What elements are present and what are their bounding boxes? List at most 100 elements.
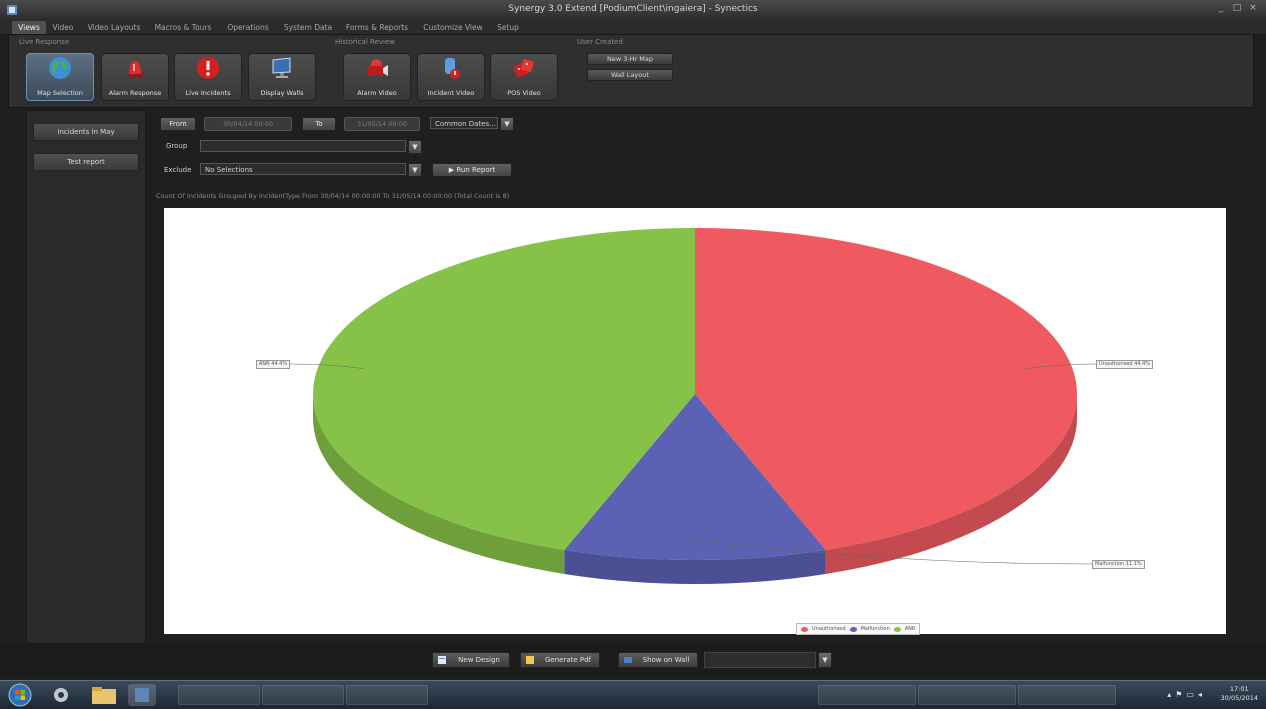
tab-video-layouts[interactable]: Video Layouts [84, 21, 144, 34]
close-button[interactable]: × [1248, 3, 1258, 13]
alarm-response-button[interactable]: Alarm Response [101, 53, 169, 101]
exclude-dropdown[interactable]: ▼ [408, 163, 422, 177]
chevron-down-icon: ▼ [822, 656, 828, 664]
wall-select[interactable] [704, 652, 816, 668]
taskbar-item[interactable] [818, 685, 916, 705]
user-button-new-map[interactable]: New 3-Hr Map [587, 53, 673, 65]
group-select[interactable] [200, 140, 406, 152]
to-date-field[interactable]: 31/05/14 00:00 [344, 117, 420, 131]
chevron-down-icon: ▼ [412, 166, 418, 174]
bottom-action-bar: New Design Generate Pdf Show on Wall ▼ [0, 644, 1266, 676]
group-label-historical: Historical Review [335, 38, 395, 46]
new-design-icon [438, 656, 446, 664]
legend-item: Unauthorised [812, 626, 846, 632]
chart-area: Unauthorised 44.4% Malfunction 11.1% ANR… [164, 208, 1226, 635]
button-label: Map Selection [37, 89, 83, 97]
group-dropdown[interactable]: ▼ [408, 140, 422, 154]
report-item-test-report[interactable]: Test report [33, 153, 139, 171]
window-controls: _ □ × [1216, 3, 1258, 13]
legend-swatch [801, 626, 808, 632]
window-title: Synergy 3.0 Extend [PodiumClient\ingaier… [508, 4, 758, 14]
data-label-malfunction: Malfunction 11.1% [1092, 560, 1145, 569]
maximize-button[interactable]: □ [1232, 3, 1242, 13]
incident-video-button[interactable]: Incident Video [417, 53, 485, 101]
display-walls-button[interactable]: Display Walls [248, 53, 316, 101]
legend-swatch [893, 626, 901, 632]
map-selection-button[interactable]: Map Selection [26, 53, 94, 101]
incident-warning-icon [197, 57, 219, 79]
taskbar-item[interactable] [1018, 685, 1116, 705]
taskbar-clock[interactable]: 17:01 30/05/2014 [1221, 685, 1258, 703]
clock-time: 17:01 [1229, 685, 1249, 693]
tab-video[interactable]: Video [50, 21, 76, 34]
user-button-wall-layout[interactable]: Wall Layout [587, 69, 673, 81]
taskbar-item[interactable] [918, 685, 1016, 705]
minimize-button[interactable]: _ [1216, 3, 1226, 13]
tab-setup[interactable]: Setup [492, 21, 524, 34]
run-report-label: Run Report [456, 166, 496, 174]
from-date-field[interactable]: 30/04/14 00:00 [204, 117, 292, 131]
run-report-button[interactable]: ▶ Run Report [432, 163, 512, 177]
synergy-app-taskbar-icon[interactable] [126, 683, 158, 707]
tab-operations[interactable]: Operations [222, 21, 274, 34]
taskbar-item[interactable] [346, 685, 428, 705]
chart-legend: Unauthorised Malfunction ANR [796, 623, 921, 635]
common-dates-select[interactable]: Common Dates... [430, 117, 498, 129]
tab-system-data[interactable]: System Data [280, 21, 336, 34]
report-filters: From 30/04/14 00:00 To 31/05/14 00:00 Co… [152, 110, 1252, 200]
wall-select-dropdown[interactable]: ▼ [818, 652, 832, 668]
chart-caption: Count Of Incidents Grouped By IncidentTy… [156, 192, 510, 200]
file-explorer-icon[interactable] [86, 683, 122, 707]
incident-video-icon [445, 58, 460, 79]
title-bar: Synergy 3.0 Extend [PodiumClient\ingaier… [0, 0, 1266, 21]
pos-video-icon [513, 59, 534, 78]
taskbar-item[interactable] [262, 685, 344, 705]
taskbar: ▴⚑▭◂ 17:01 30/05/2014 [0, 680, 1266, 709]
data-label-unauthorised: Unauthorised 44.4% [1096, 360, 1154, 369]
group-label: Group [166, 142, 188, 150]
alarm-video-button[interactable]: Alarm Video [343, 53, 411, 101]
show-on-wall-button[interactable]: Show on Wall [618, 652, 698, 668]
report-item-incidents-in-may[interactable]: Incidents in May [33, 123, 139, 141]
button-label: POS Video [507, 89, 541, 97]
live-incidents-button[interactable]: Live Incidents [174, 53, 242, 101]
tab-macros-tours[interactable]: Macros & Tours [150, 21, 216, 34]
group-label-user: User Created [577, 38, 623, 46]
menu-tabs: Views Video Video Layouts Macros & Tours… [0, 20, 1266, 34]
to-button[interactable]: To [302, 117, 336, 131]
legend-item: ANR [904, 626, 916, 632]
chevron-down-icon: ▼ [504, 120, 510, 128]
alarm-siren-icon [127, 61, 143, 78]
exclude-label: Exclude [164, 166, 192, 174]
wall-display-icon [624, 657, 632, 663]
tab-forms-reports[interactable]: Forms & Reports [342, 21, 412, 34]
common-dates-dropdown[interactable]: ▼ [500, 117, 514, 131]
exclude-select[interactable]: No Selections [200, 163, 406, 175]
legend-swatch [849, 626, 857, 632]
pdf-icon [526, 656, 534, 664]
system-tray-icons[interactable]: ▴⚑▭◂ [1167, 690, 1206, 699]
clock-date: 30/05/2014 [1220, 694, 1258, 702]
legend-item: Malfunction [860, 626, 890, 632]
display-monitor-icon [272, 57, 291, 78]
button-label: Display Walls [260, 89, 304, 97]
ribbon: Live Response Historical Review User Cre… [8, 34, 1254, 108]
from-button[interactable]: From [160, 117, 196, 131]
start-button[interactable] [6, 683, 34, 707]
report-list-panel: Incidents in May Test report [26, 110, 146, 644]
button-label: Alarm Video [357, 89, 397, 97]
new-design-button[interactable]: New Design [432, 652, 510, 668]
taskbar-item[interactable] [178, 685, 260, 705]
tab-views[interactable]: Views [12, 21, 46, 34]
alarm-video-icon [367, 59, 388, 76]
data-label-anr: ANR 44.4% [256, 360, 291, 369]
generate-pdf-button[interactable]: Generate Pdf [520, 652, 600, 668]
pos-video-button[interactable]: POS Video [490, 53, 558, 101]
button-label: Incident Video [427, 89, 475, 97]
settings-gear-icon[interactable] [46, 683, 76, 707]
group-label-live: Live Response [19, 38, 70, 46]
tab-customize-view[interactable]: Customize View [420, 21, 486, 34]
pie-chart [289, 228, 1097, 584]
button-label: Alarm Response [108, 89, 162, 97]
button-label: Live Incidents [185, 89, 231, 97]
